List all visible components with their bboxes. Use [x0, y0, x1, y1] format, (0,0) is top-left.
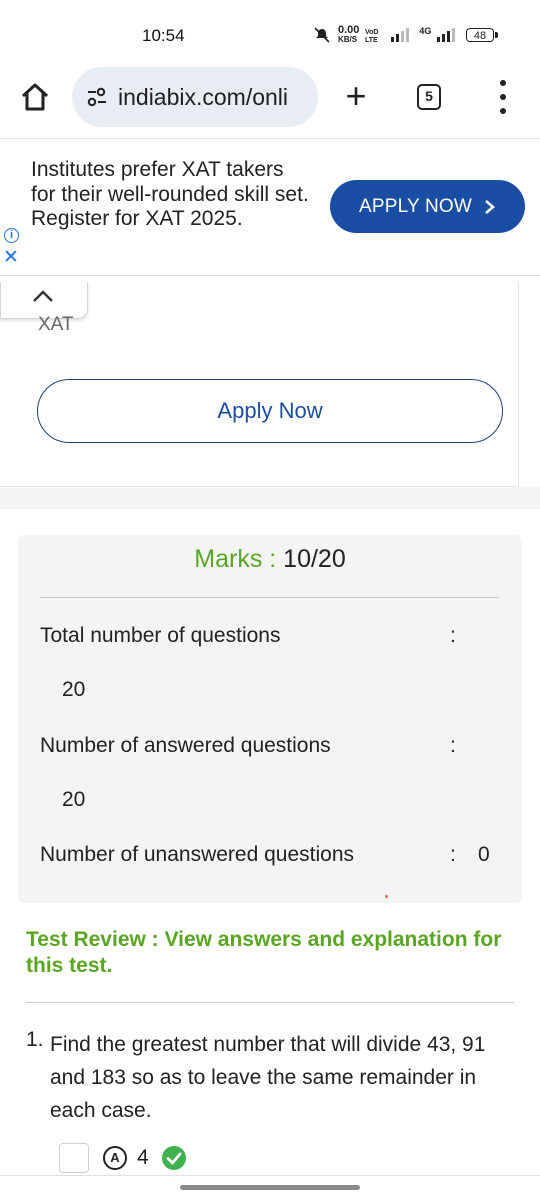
ad-text[interactable]: Institutes prefer XAT takers for their w… [31, 158, 311, 232]
svg-text:VoD: VoD [365, 29, 378, 36]
chevron-right-icon [485, 199, 496, 214]
option-letter-badge: A [103, 1146, 127, 1170]
divider [40, 597, 499, 598]
ad-apply-now-button[interactable]: APPLY NOW [330, 180, 525, 233]
divider [26, 1002, 514, 1003]
apply-now-button[interactable]: Apply Now [37, 379, 503, 443]
test-review-link[interactable]: Test Review : View answers and explanati… [26, 927, 516, 979]
volte-icon: VoDLTE [365, 29, 378, 43]
question-number: 1. [26, 1028, 44, 1051]
mute-icon [314, 27, 330, 43]
data-rate: 0.00 [338, 24, 360, 36]
home-button[interactable] [18, 80, 52, 114]
ad-xat-label: XAT [38, 314, 74, 335]
answered-questions-label: Number of answered questions [40, 734, 331, 757]
unanswered-questions-label: Number of unanswered questions [40, 843, 355, 866]
data-unit: KB/S [338, 35, 358, 44]
marks-label: Marks : [194, 545, 277, 573]
ad-apply-label: APPLY NOW [358, 195, 473, 217]
gesture-nav-handle[interactable] [180, 1185, 360, 1190]
unanswered-questions-colon: : [450, 843, 456, 866]
total-questions-label: Total number of questions [40, 624, 281, 647]
battery-icon: 48 [466, 28, 494, 42]
unanswered-questions-value: 0 [478, 843, 490, 866]
ad-info-icon[interactable]: i [4, 228, 19, 243]
chevron-up-icon [33, 290, 53, 302]
section-divider [0, 487, 540, 509]
option-value[interactable]: 4 [137, 1146, 149, 1170]
signal-icon-1 [391, 28, 410, 42]
ad-close-icon[interactable]: ✕ [3, 248, 19, 267]
decorative-dot [385, 895, 388, 898]
tab-switcher-button[interactable]: 5 [417, 84, 441, 110]
bottom-divider [0, 1175, 540, 1176]
marks-value: 10/20 [283, 545, 346, 573]
address-bar[interactable]: indiabix.com/onli [72, 67, 318, 127]
signal-icon-2 [437, 28, 456, 42]
status-icons: 0.00 KB/S VoD LTE 4G [312, 24, 459, 44]
new-tab-button[interactable]: + [338, 78, 374, 116]
home-icon [21, 83, 49, 111]
total-questions-colon: : [450, 624, 456, 647]
total-questions-value: 20 [62, 678, 86, 701]
battery-tip [495, 32, 498, 38]
more-menu-icon[interactable] [496, 80, 510, 114]
answered-questions-colon: : [450, 734, 456, 757]
url-text[interactable]: indiabix.com/onli [118, 84, 288, 111]
status-time: 10:54 [142, 26, 185, 45]
network-type: 4G [419, 26, 432, 36]
marks-heading: Marks : 10/20 [0, 545, 540, 574]
correct-check-icon [162, 1146, 186, 1170]
question-text: Find the greatest number that will divid… [50, 1033, 486, 1122]
answer-checkbox[interactable] [59, 1143, 89, 1173]
site-settings-icon[interactable] [86, 86, 108, 108]
svg-text:LTE: LTE [365, 37, 378, 43]
answered-questions-value: 20 [62, 788, 86, 811]
